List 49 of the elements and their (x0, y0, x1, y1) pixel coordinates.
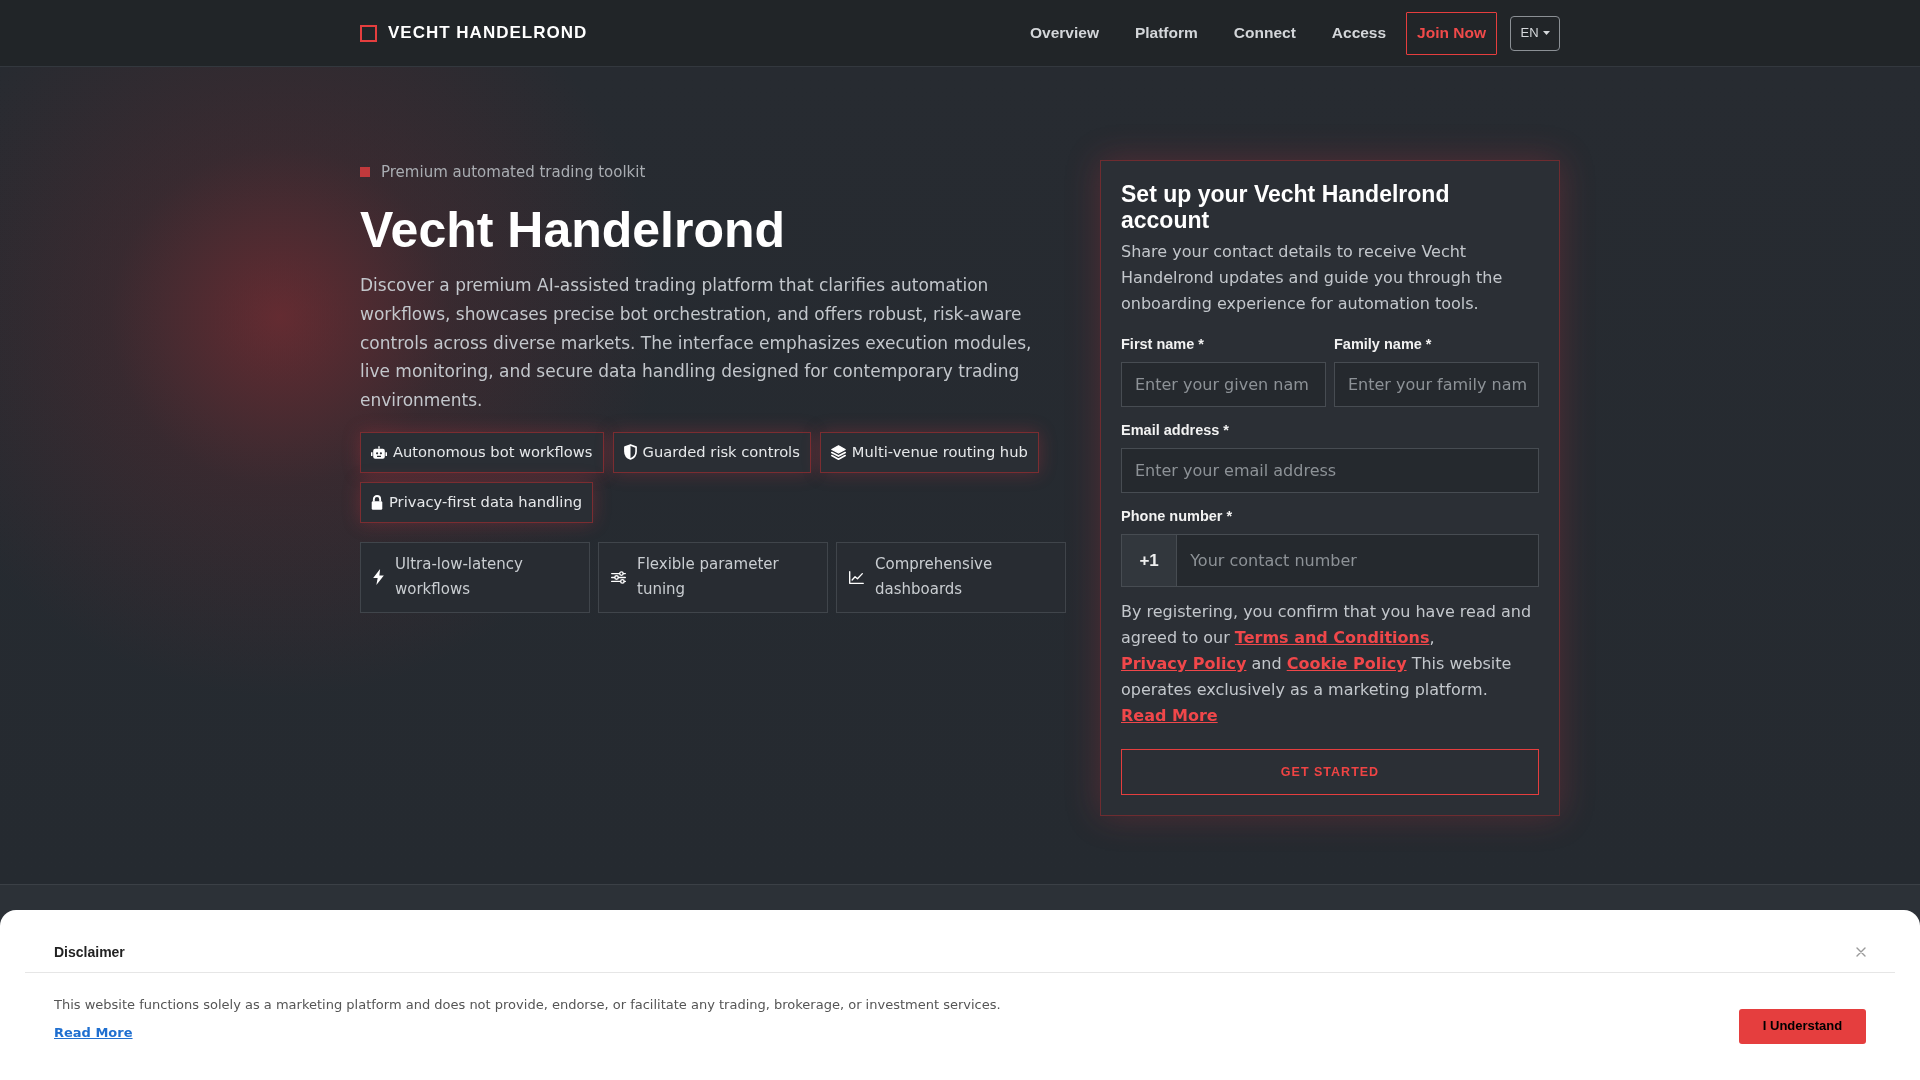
input-field[interactable]: Enter your given nam (1121, 362, 1326, 407)
form-title: Set up your Vecht Handelrond account (1121, 181, 1451, 233)
field-label: Phone number * (1121, 507, 1234, 526)
sliders-icon (611, 571, 626, 584)
consent-text: By registering, you confirm that you have read and agreed to our Terms and Conditions, Privacy Policy and Cookie Policy This website operates exclusively as a marketing platform. Read More (1121, 601, 1533, 727)
tag-label: Guarded risk controls (642, 442, 800, 463)
text-link[interactable]: Cookie Policy (1286, 654, 1407, 673)
lock-icon (371, 495, 383, 510)
shield-icon (623, 444, 637, 461)
feature-card-text: Comprehensive dashboards (875, 554, 994, 601)
disclaimer-title: Disclaimer (54, 944, 125, 960)
hero-title: Vecht Handelrond (360, 201, 787, 260)
line-chart-icon (849, 571, 864, 584)
nav-link[interactable]: Access (1313, 13, 1405, 53)
nav-link[interactable]: Platform (1116, 13, 1216, 53)
text-link[interactable]: Privacy Policy (1121, 654, 1247, 673)
phone-input-field[interactable]: Your contact number (1176, 534, 1539, 587)
nav-link[interactable]: Connect (1215, 13, 1314, 53)
square-bullet-icon (360, 167, 370, 177)
field-label: First name * (1121, 335, 1205, 354)
lightning-icon (373, 569, 384, 586)
close-icon[interactable] (1856, 947, 1866, 957)
language-button[interactable]: EN (1510, 15, 1560, 51)
understand-button[interactable]: I Understand (1739, 1008, 1866, 1044)
field-label: Email address * (1121, 421, 1230, 440)
field-label: Family name * (1334, 335, 1433, 354)
brand-name[interactable]: VECHT HANDELROND (388, 20, 588, 46)
country-code: +1 (1121, 534, 1177, 587)
hero-description: Discover a premium AI-assisted trading platform that clarifies automation workflows, showcases precise bot orchestration, and offers robust, risk-aware controls across diverse markets. The interface emphasizes execution modules, live monitoring, and secure data handling designed for contemporary trading environments. (360, 274, 1033, 413)
caret-icon[interactable] (1542, 31, 1550, 35)
square-logo-icon (360, 24, 377, 42)
input-field[interactable]: Enter your family nam (1334, 362, 1539, 407)
nav-link[interactable]: Overview (1012, 13, 1117, 53)
layers-icon (830, 445, 846, 460)
get-started-button[interactable]: GET STARTED (1121, 749, 1539, 795)
input-field[interactable]: Enter your email address (1121, 448, 1539, 493)
text-link[interactable]: Terms and Conditions (1234, 628, 1430, 647)
feature-card-text: Ultra-low-latency workflows (395, 554, 524, 601)
read-more-link[interactable]: Read More (54, 1024, 133, 1042)
tag-label: Multi-venue routing hub (851, 442, 1028, 463)
feature-card-text: Flexible parameter tuning (637, 554, 780, 601)
tag-label: Autonomous bot workflows (393, 442, 593, 463)
text-link[interactable]: Read More (1121, 706, 1218, 725)
eyebrow-text: Premium automated trading toolkit (381, 162, 646, 182)
robot-icon (371, 446, 387, 459)
disclaimer-text: This website functions solely as a marketing platform and does not provide, endorse, or facilitate any trading, brokerage, or investment services. (54, 996, 1001, 1014)
join-button[interactable]: Join Now (1406, 11, 1497, 55)
form-description: Share your contact details to receive Vecht Handelrond updates and guide you through the onboarding experience for automation tools. (1121, 241, 1504, 315)
tag-label: Privacy-first data handling (389, 492, 583, 513)
